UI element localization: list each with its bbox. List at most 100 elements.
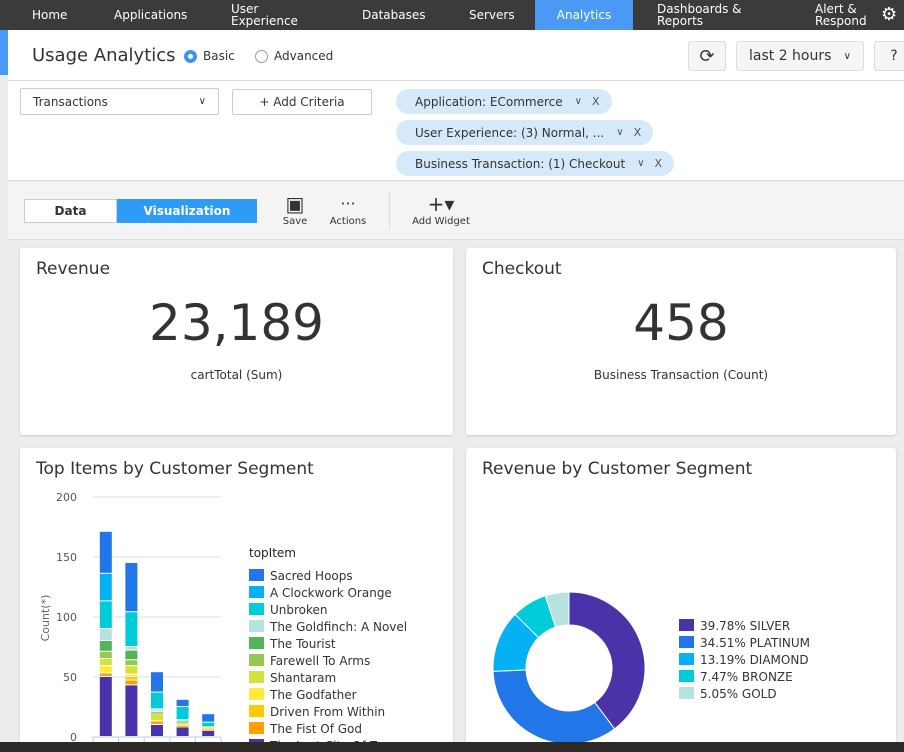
- legend-label[interactable]: Farewell To Arms: [270, 654, 370, 668]
- bar-segment[interactable]: [125, 677, 138, 680]
- legend-label[interactable]: 5.05% GOLD: [700, 687, 777, 701]
- nav-home[interactable]: Home: [32, 0, 67, 30]
- top-items-widget[interactable]: Top Items by Customer Segment 0 50 100 150 2…: [20, 448, 453, 748]
- close-icon[interactable]: X: [592, 95, 600, 108]
- legend-label[interactable]: Shantaram: [270, 671, 336, 685]
- chevron-down-icon[interactable]: ∨: [637, 158, 644, 169]
- legend-label[interactable]: 34.51% PLATINUM: [700, 636, 810, 650]
- bar-segment[interactable]: [99, 531, 112, 573]
- bar-segment[interactable]: [176, 707, 189, 720]
- checkout-widget[interactable]: Checkout 458 Business Transaction (Count…: [466, 248, 896, 435]
- filter-chip[interactable]: Business Transaction: (1) Checkout ∨ X: [396, 151, 675, 176]
- filter-chip[interactable]: User Experience: (3) Normal, ... ∨ X: [396, 120, 654, 145]
- add-criteria-button[interactable]: + Add Criteria: [232, 89, 372, 115]
- legend-label[interactable]: 39.78% SILVER: [700, 619, 790, 633]
- bar-segment[interactable]: [176, 699, 189, 706]
- legend-label[interactable]: A Clockwork Orange: [270, 586, 392, 600]
- help-button[interactable]: ?: [874, 41, 904, 71]
- legend-label[interactable]: 13.19% DIAMOND: [700, 653, 809, 667]
- nav-user-experience[interactable]: User Experience: [231, 0, 311, 30]
- bar-segment[interactable]: [151, 725, 163, 736]
- bar-segment[interactable]: [125, 647, 138, 650]
- filter-chip[interactable]: Application: ECommerce ∨ X: [396, 89, 612, 114]
- legend-label[interactable]: The Tourist: [269, 637, 336, 651]
- y-tick-label: 200: [56, 491, 77, 504]
- nav-dashboards-reports[interactable]: Dashboards & Reports: [657, 0, 747, 30]
- refresh-button[interactable]: ⟳: [688, 41, 726, 71]
- bar-segment[interactable]: [99, 573, 112, 601]
- legend-label[interactable]: The Fist Of God: [269, 722, 362, 736]
- actions-button[interactable]: ··· Actions: [326, 192, 370, 227]
- bar-segment[interactable]: [99, 673, 112, 676]
- bar-segment[interactable]: [176, 725, 189, 726]
- bar-segment[interactable]: [151, 721, 163, 724]
- bar-segment[interactable]: [202, 727, 215, 729]
- bar-segment[interactable]: [99, 666, 112, 673]
- bar-segment[interactable]: [99, 601, 112, 628]
- bar-segment[interactable]: [99, 659, 112, 666]
- mode-advanced-radio[interactable]: Advanced: [255, 49, 333, 63]
- bar-segment[interactable]: [125, 666, 138, 674]
- bar-segment[interactable]: [125, 612, 138, 646]
- add-widget-button[interactable]: +▾ Add Widget: [408, 192, 474, 227]
- revenue-segment-widget[interactable]: Revenue by Customer Segment 39.78% SILVE…: [466, 448, 896, 748]
- nav-applications[interactable]: Applications: [114, 0, 187, 30]
- close-icon[interactable]: X: [655, 157, 663, 170]
- bar-segment[interactable]: [176, 722, 189, 724]
- tab-visualization[interactable]: Visualization: [117, 199, 257, 223]
- bar-segment[interactable]: [151, 672, 163, 692]
- bar-segment[interactable]: [151, 709, 163, 711]
- bar-segment[interactable]: [176, 723, 189, 725]
- legend-label[interactable]: 7.47% BRONZE: [700, 670, 793, 684]
- bar-segment[interactable]: [99, 651, 112, 658]
- legend-label[interactable]: Unbroken: [270, 603, 328, 617]
- radio-empty-icon: [255, 49, 268, 63]
- chip-label: Business Transaction: (1) Checkout: [415, 156, 626, 171]
- desktop-background: [0, 742, 904, 752]
- bar-segment[interactable]: [151, 711, 163, 713]
- bar-segment[interactable]: [202, 728, 215, 730]
- legend-label[interactable]: The Goldfinch: A Novel: [269, 620, 407, 634]
- donut-slice[interactable]: [492, 669, 616, 745]
- revenue-widget[interactable]: Revenue 23,189 cartTotal (Sum): [20, 248, 453, 435]
- bar-segment[interactable]: [99, 629, 112, 640]
- nav-analytics[interactable]: Analytics: [535, 0, 633, 30]
- save-button[interactable]: ▣ Save: [280, 192, 310, 227]
- nav-databases[interactable]: Databases: [362, 0, 426, 30]
- bar-segment[interactable]: [202, 731, 215, 736]
- donut-slice[interactable]: [568, 591, 646, 730]
- bar-segment[interactable]: [176, 720, 189, 721]
- bar-segment[interactable]: [99, 641, 112, 651]
- gear-icon[interactable]: ⚙: [881, 0, 897, 30]
- bar-segment[interactable]: [125, 685, 138, 736]
- bar-segment[interactable]: [151, 713, 163, 714]
- nav-alert-respond[interactable]: Alert & Respond: [815, 0, 870, 30]
- bar-segment[interactable]: [125, 650, 138, 660]
- source-dropdown[interactable]: Transactions ∨: [20, 88, 219, 115]
- nav-servers[interactable]: Servers: [469, 0, 515, 30]
- chevron-down-icon[interactable]: ∨: [575, 96, 582, 107]
- bar-segment[interactable]: [176, 721, 189, 723]
- legend-label[interactable]: The Godfather: [269, 688, 357, 702]
- legend-label[interactable]: Driven From Within: [270, 705, 385, 719]
- bar-segment[interactable]: [125, 680, 138, 685]
- mode-basic-radio[interactable]: Basic: [184, 49, 235, 63]
- bar-segment[interactable]: [125, 660, 138, 666]
- bar-segment[interactable]: [99, 677, 112, 736]
- bar-segment[interactable]: [202, 714, 215, 722]
- bar-segment[interactable]: [202, 722, 215, 727]
- widget-title: Checkout: [482, 259, 562, 279]
- close-icon[interactable]: X: [634, 126, 642, 139]
- y-axis-label: Count(*): [39, 595, 52, 642]
- legend-label[interactable]: Sacred Hoops: [270, 569, 353, 583]
- time-range-dropdown[interactable]: last 2 hours ∨: [736, 41, 864, 71]
- bar-segment[interactable]: [176, 727, 189, 736]
- bar-segment[interactable]: [176, 726, 189, 727]
- chevron-down-icon[interactable]: ∨: [616, 127, 623, 138]
- bar-segment[interactable]: [151, 692, 163, 709]
- bar-segment[interactable]: [151, 714, 163, 721]
- bar-segment[interactable]: [202, 729, 215, 731]
- tab-data[interactable]: Data: [24, 199, 117, 223]
- bar-segment[interactable]: [125, 674, 138, 676]
- bar-segment[interactable]: [125, 563, 138, 612]
